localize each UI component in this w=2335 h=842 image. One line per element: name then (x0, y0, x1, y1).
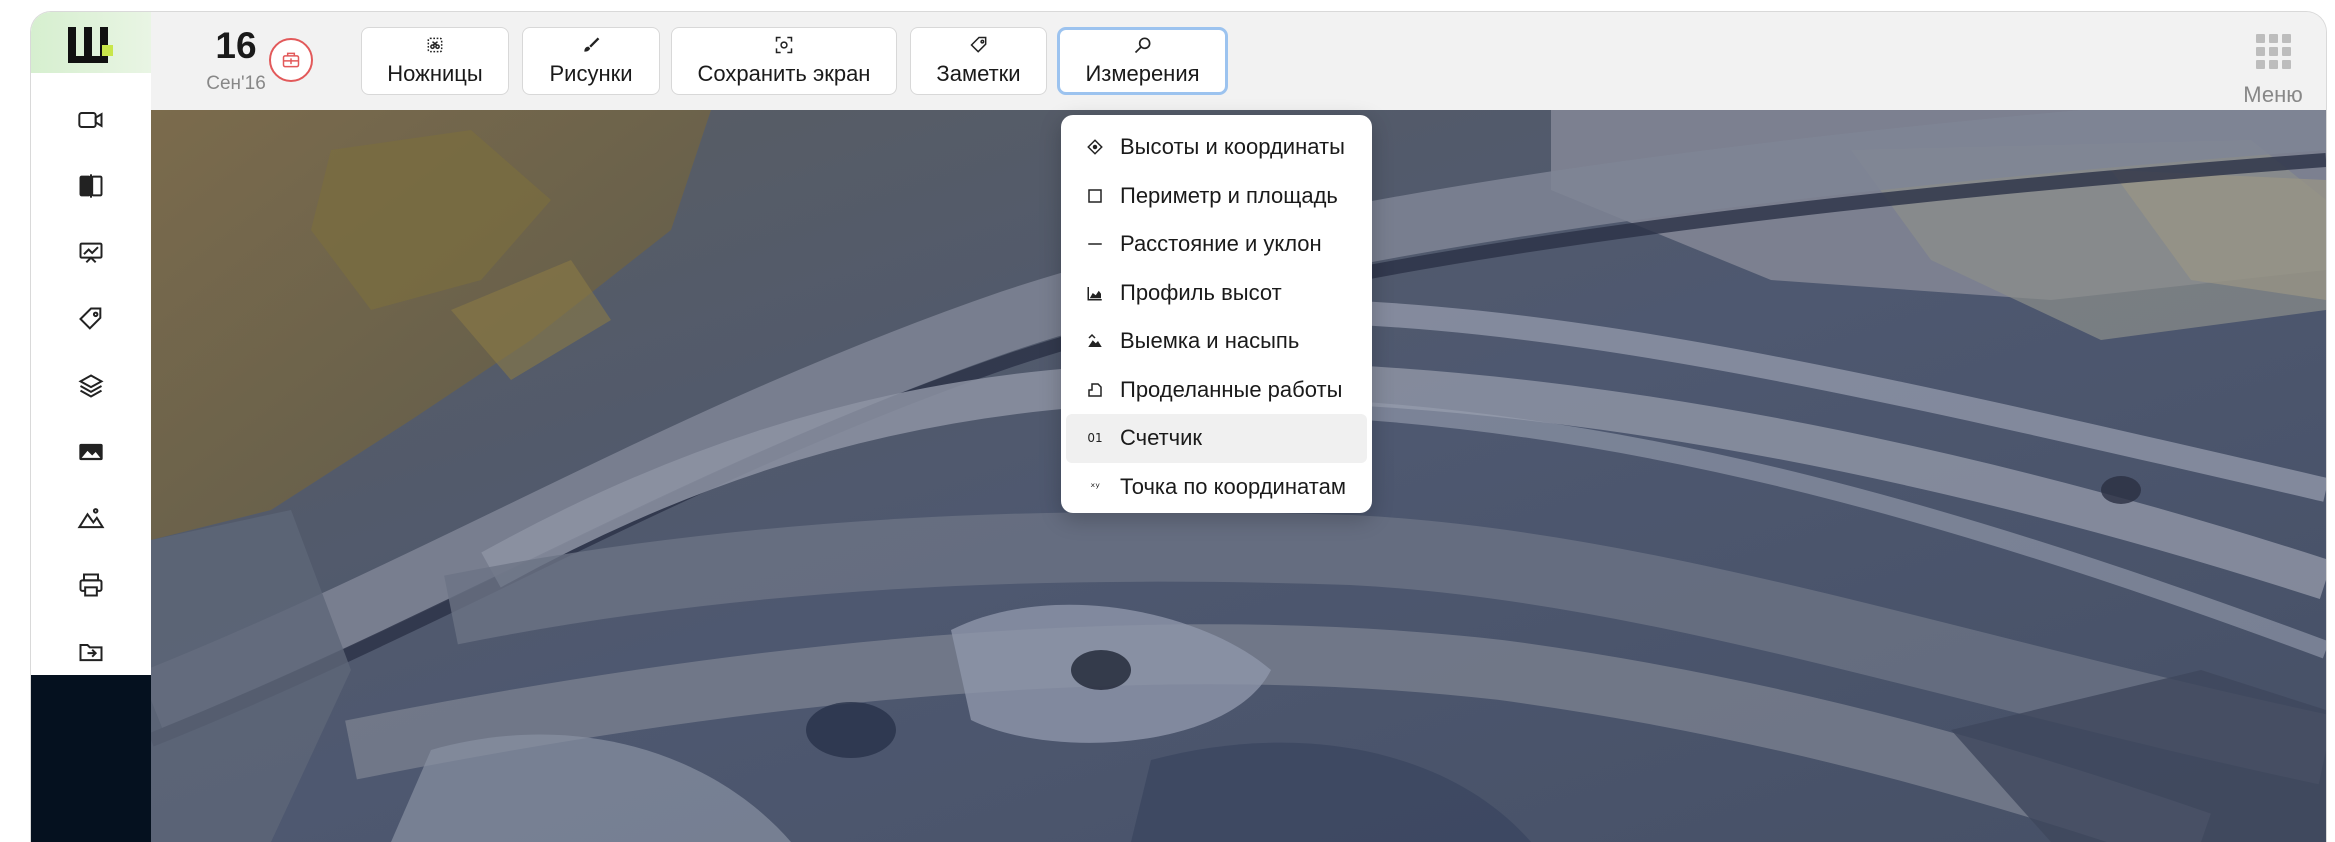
menu-item-label: Расстояние и уклон (1120, 231, 1322, 257)
cut-fill-icon (1086, 332, 1104, 350)
image-icon (79, 443, 103, 461)
menu-item-label: Выемка и насыпь (1120, 328, 1300, 354)
menu-item-distance-slope[interactable]: Расстояние и уклон (1066, 220, 1367, 269)
folder-export-icon (79, 644, 103, 662)
drawings-label: Рисунки (549, 61, 633, 86)
presentation-chart-icon (79, 242, 103, 264)
camera-button[interactable] (269, 38, 313, 82)
menu-item-perimeter-area[interactable]: Периметр и площадь (1066, 172, 1367, 221)
work-done-icon (1086, 381, 1104, 399)
terrain-icon (77, 508, 105, 529)
measure-icon (1134, 37, 1150, 54)
printer-icon (79, 573, 103, 597)
tag-icon (79, 307, 102, 330)
menu-item-heights-coordinates[interactable]: Высоты и координаты (1066, 123, 1367, 172)
notes-label: Заметки (936, 61, 1021, 86)
screenshot-icon (775, 36, 793, 54)
sidebar-presentation-button[interactable] (31, 220, 151, 286)
scissors-icon (427, 37, 443, 53)
camera-icon (282, 52, 300, 68)
notes-button[interactable]: Заметки (910, 27, 1047, 95)
crosshair-icon (1086, 138, 1104, 156)
measurements-dropdown: Высоты и координаты Периметр и площадь Р… (1061, 115, 1372, 513)
menu-item-counter[interactable]: 01 Счетчик (1066, 414, 1367, 463)
date-month: Сен'16 (206, 73, 266, 94)
menu-item-label: Счетчик (1120, 425, 1203, 451)
line-icon (1086, 235, 1104, 253)
grid-icon (2255, 34, 2291, 69)
area-chart-icon (1086, 284, 1104, 302)
menu-item-label: Высоты и координаты (1120, 134, 1345, 160)
menu-item-label: Точка по координатам (1120, 473, 1346, 499)
menu-item-label: Периметр и площадь (1120, 182, 1338, 208)
measurements-label: Измерения (1085, 61, 1200, 86)
sidebar-notes-button[interactable] (31, 286, 151, 352)
menu-item-elevation-profile[interactable]: Профиль высот (1066, 269, 1367, 318)
drawings-button[interactable]: Рисунки (522, 27, 660, 95)
save-screen-button[interactable]: Сохранить экран (671, 27, 897, 95)
menu-item-point-by-coordinates[interactable]: ˣʸ Точка по координатам (1066, 463, 1367, 512)
sidebar-print-button[interactable] (31, 552, 151, 618)
brush-icon (584, 37, 600, 52)
save-screen-label: Сохранить экран (697, 61, 871, 86)
compare-icon (79, 174, 103, 198)
menu-button[interactable]: Меню (2233, 22, 2313, 107)
xy-icon: ˣʸ (1090, 479, 1100, 494)
menu-item-label: Проделанные работы (1120, 376, 1343, 402)
sidebar-footer (31, 675, 151, 842)
measurements-button[interactable]: Измерения (1057, 27, 1228, 95)
layers-icon (78, 374, 104, 398)
sidebar-layers-button[interactable] (31, 353, 151, 419)
date-day: 16 (215, 25, 257, 66)
sidebar (31, 12, 151, 842)
sidebar-compare-button[interactable] (31, 153, 151, 219)
menu-item-work-done[interactable]: Проделанные работы (1066, 366, 1367, 415)
counter-icon: 01 (1087, 431, 1103, 446)
sidebar-images-button[interactable] (31, 419, 151, 485)
menu-item-label: Профиль высот (1120, 279, 1282, 305)
app-window: 16 Сен'16 Ножницы Рисунки Сохранить экра… (31, 12, 2326, 842)
sidebar-video-button[interactable] (31, 87, 151, 153)
menu-label: Меню (2243, 82, 2303, 107)
scissors-button[interactable]: Ножницы (361, 27, 509, 95)
toolbar: 16 Сен'16 Ножницы Рисунки Сохранить экра… (151, 12, 2326, 110)
logo[interactable] (31, 12, 151, 73)
video-camera-icon (78, 112, 103, 128)
logo-mark (68, 23, 114, 63)
scissors-label: Ножницы (387, 61, 483, 86)
menu-item-cut-fill[interactable]: Выемка и насыпь (1066, 317, 1367, 366)
sidebar-terrain-button[interactable] (31, 486, 151, 552)
square-icon (1086, 187, 1104, 205)
date-selector[interactable]: 16 Сен'16 (196, 24, 276, 96)
tag-icon (969, 36, 986, 53)
